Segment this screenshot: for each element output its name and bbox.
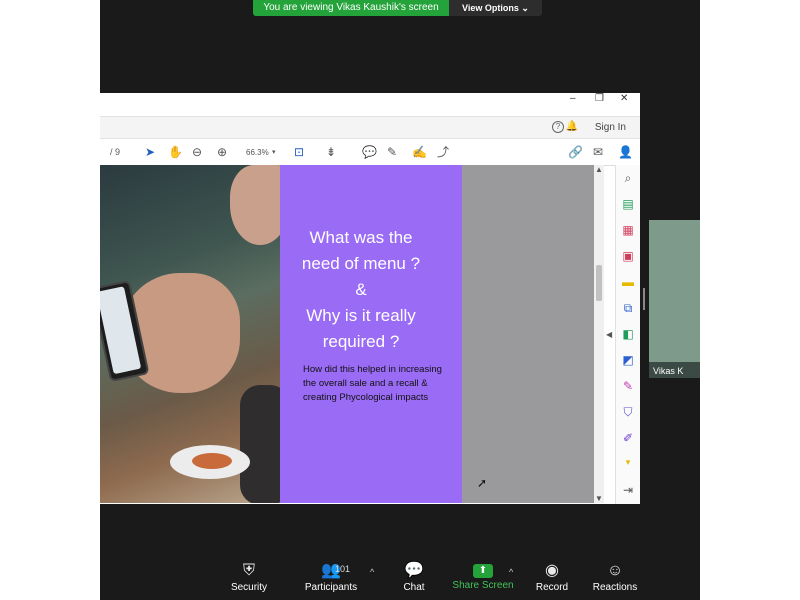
- smiley-icon: ☺: [606, 562, 624, 579]
- fill-sign-icon[interactable]: ✎: [621, 379, 635, 393]
- scan-icon[interactable]: ◧: [621, 327, 635, 341]
- close-button[interactable]: ✕: [620, 93, 628, 104]
- sign-icon[interactable]: ✍: [412, 145, 427, 159]
- fit-page-icon[interactable]: ⊡: [294, 145, 304, 159]
- comment-icon[interactable]: 💬: [362, 145, 377, 159]
- sign-in-link[interactable]: Sign In: [595, 122, 626, 133]
- reactions-button[interactable]: ☺ Reactions: [575, 554, 655, 600]
- vertical-scrollbar[interactable]: ▲ ▼: [594, 165, 604, 503]
- zoom-level-select[interactable]: 66.3%: [246, 146, 269, 160]
- scroll-up-icon[interactable]: ▲: [595, 165, 603, 174]
- select-arrow-icon[interactable]: ➤: [145, 145, 155, 159]
- maximize-button[interactable]: ❐: [595, 93, 604, 104]
- create-pdf-icon[interactable]: ▣: [621, 249, 635, 263]
- minimize-button[interactable]: –: [570, 93, 576, 104]
- organize-pages-icon[interactable]: ▦: [621, 223, 635, 237]
- zoom-dropdown-icon[interactable]: ▾: [272, 146, 276, 160]
- edit-pdf-icon[interactable]: ✐: [621, 431, 635, 445]
- mail-icon[interactable]: ✉: [593, 145, 603, 159]
- add-user-icon[interactable]: 👤: [618, 145, 633, 159]
- participant-name: Vikas K: [653, 366, 684, 376]
- window-titlebar: – ❐ ✕: [100, 93, 640, 106]
- slide-body: How did this helped in increasing the ov…: [303, 364, 442, 403]
- more-tools-icon[interactable]: ▾: [621, 455, 635, 469]
- protect-shield-icon[interactable]: ⛉: [621, 405, 635, 419]
- zoom-in-icon[interactable]: ⊕: [217, 145, 227, 159]
- tools-toolbar: / 9 ➤ ✋ ⊖ ⊕ 66.3% ▾ ⊡ ⇟ 💬 ✎ ✍ ⤴ 🔗 ✉ 👤: [100, 138, 640, 166]
- scroll-down-icon[interactable]: ▼: [595, 494, 603, 503]
- view-options-button[interactable]: View Options ⌄: [449, 0, 542, 16]
- zoom-out-icon[interactable]: ⊖: [192, 145, 202, 159]
- enhance-icon[interactable]: ◩: [621, 353, 635, 367]
- chat-icon: 💬: [404, 562, 424, 579]
- expand-panel-icon[interactable]: ⇥: [621, 483, 635, 497]
- participants-button[interactable]: 👥 101 Participants: [291, 554, 371, 600]
- share-screen-button[interactable]: ⬆ Share Screen: [443, 554, 523, 600]
- slide-title: What was the need of menu ? & Why is it …: [301, 228, 421, 351]
- search-zoom-icon[interactable]: ⌕: [621, 171, 635, 185]
- export-pdf-icon[interactable]: ▤: [621, 197, 635, 211]
- chat-button[interactable]: 💬 Chat: [374, 554, 454, 600]
- top-toolbar: ? 🔔 Sign In: [100, 116, 640, 139]
- slide-text-panel: What was the need of menu ? & Why is it …: [280, 165, 462, 503]
- participants-icon: 👥: [321, 562, 341, 579]
- pdf-reader-window: – ❐ ✕ ? 🔔 Sign In / 9 ➤ ✋ ⊖ ⊕ 66.3% ▾ ⊡ …: [100, 93, 640, 504]
- security-button[interactable]: ⛨ Security: [209, 554, 289, 600]
- scroll-thumb[interactable]: [596, 265, 602, 301]
- share-screen-icon: ⬆: [473, 564, 493, 578]
- comment-panel-icon[interactable]: ▬: [621, 275, 635, 289]
- participants-count: 101: [335, 564, 351, 574]
- share-icon[interactable]: ⤴: [437, 145, 449, 159]
- meeting-controls-bar: ⛨ Security 👥 101 Participants ^ 💬 Chat ⬆…: [100, 554, 700, 600]
- photo-food: [192, 453, 232, 469]
- scroll-mode-icon[interactable]: ⇟: [326, 145, 336, 159]
- hand-tool-icon[interactable]: ✋: [168, 145, 183, 159]
- collapse-panel-icon[interactable]: ◀: [606, 330, 612, 339]
- mouse-cursor-icon: ➚: [477, 476, 488, 490]
- shield-icon: ⛨: [242, 562, 255, 579]
- pen-icon[interactable]: ✎: [387, 145, 397, 159]
- combine-files-icon[interactable]: ⧉: [621, 301, 635, 315]
- help-icon[interactable]: ?: [552, 121, 564, 133]
- page-indicator: / 9: [110, 147, 121, 157]
- tools-side-panel: ⌕ ▤ ▦ ▣ ▬ ⧉ ◧ ◩ ✎ ⛉ ✐ ▾ ⇥: [615, 165, 640, 504]
- document-view[interactable]: What was the need of menu ? & Why is it …: [100, 165, 594, 503]
- link-icon[interactable]: 🔗: [568, 145, 583, 159]
- viewing-banner: You are viewing Vikas Kaushik's screen: [253, 0, 449, 16]
- slide-photo: [100, 165, 290, 503]
- notification-bell-icon[interactable]: 🔔: [566, 121, 578, 132]
- participant-video-thumbnail[interactable]: Vikas K: [649, 220, 700, 378]
